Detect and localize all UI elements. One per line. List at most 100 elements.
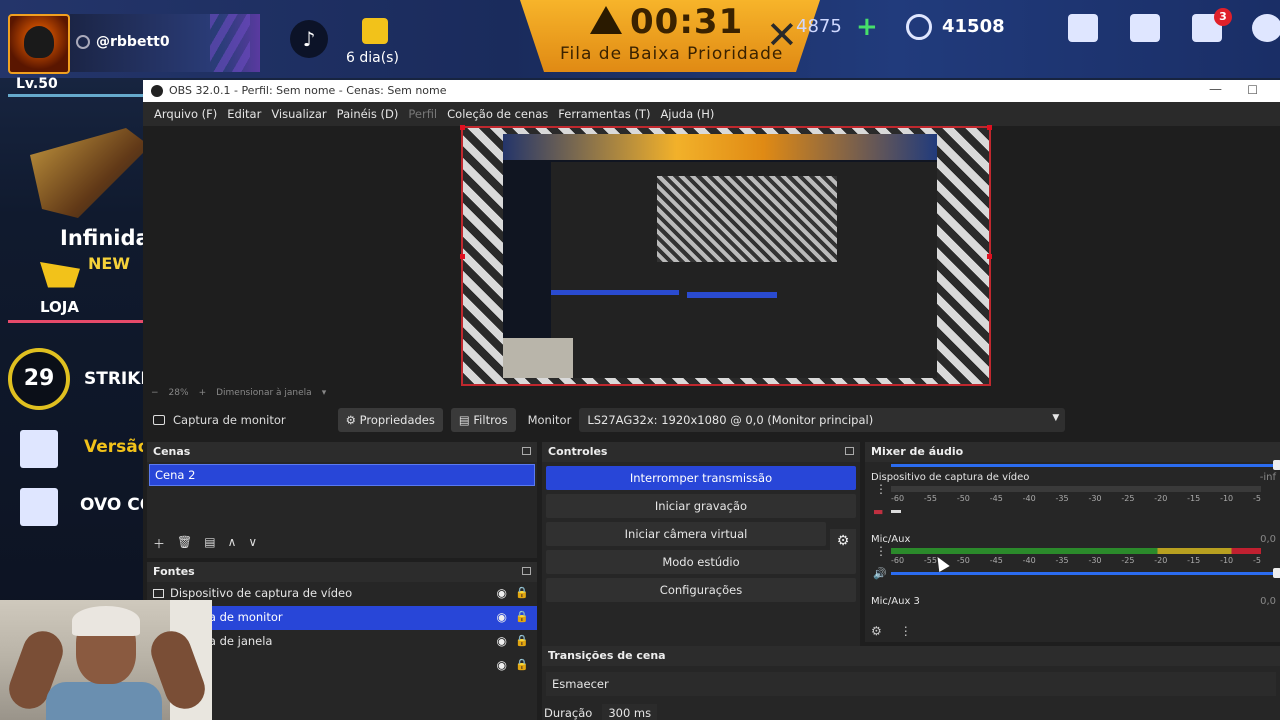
map-icon[interactable] — [20, 488, 58, 526]
globe-icon — [76, 35, 90, 49]
source-toolbar: Captura de monitor ⚙ Propriedades ▤ Filt… — [143, 404, 1280, 436]
visibility-eye-icon[interactable]: ◉ — [497, 610, 507, 624]
resize-handle[interactable] — [987, 254, 992, 259]
maximize-icon[interactable]: ☐ — [1247, 83, 1258, 97]
add-currency-button[interactable]: + — [856, 12, 878, 42]
muted-speaker-icon[interactable]: ▬ — [873, 505, 883, 518]
mixer-track: Mic/Aux 0,0 ⋮ -60 -55 -50 -45 -40 -35 -30 -25 -2… — [865, 532, 1280, 594]
meter-tick-label: -25 — [1121, 494, 1135, 503]
meter-tick-label: -5 — [1252, 556, 1261, 565]
meter-tick-label: -45 — [989, 556, 1003, 565]
settings-gear-icon[interactable] — [1252, 14, 1280, 42]
move-down-icon[interactable]: ∨ — [248, 535, 257, 552]
start-recording-button[interactable]: Iniciar gravação — [546, 494, 856, 518]
strike-label[interactable]: STRIKE — [84, 369, 152, 389]
volume-slider[interactable] — [891, 510, 901, 513]
start-virtual-camera-button[interactable]: Iniciar câmera virtual — [546, 522, 826, 546]
new-badge: NEW — [88, 254, 130, 273]
more-options-icon[interactable]: ⋮ — [875, 483, 887, 495]
scenes-header: Cenas — [147, 442, 537, 462]
visibility-eye-icon[interactable]: ◉ — [497, 634, 507, 648]
slider-knob[interactable] — [1273, 460, 1280, 470]
menu-help[interactable]: Ajuda (H) — [655, 107, 719, 121]
mixer-footer: ⚙ ⋮ — [871, 624, 912, 638]
stop-streaming-button[interactable]: Interromper transmissão — [546, 466, 856, 490]
meter-tick-label: -45 — [989, 494, 1003, 503]
preview-canvas[interactable] — [460, 125, 992, 386]
meter-tick-label: -5 — [1252, 494, 1261, 503]
version-label[interactable]: Versão — [84, 437, 149, 457]
resize-handle[interactable] — [987, 125, 992, 130]
player-avatar[interactable] — [8, 14, 70, 74]
visibility-eye-icon[interactable]: ◉ — [497, 586, 507, 600]
obs-window: OBS 32.0.1 - Perfil: Sem nome - Cenas: S… — [143, 80, 1280, 720]
zoom-out-button[interactable]: − — [151, 388, 159, 398]
tiktok-icon[interactable]: ♪ — [290, 20, 328, 58]
advanced-audio-icon[interactable]: ⚙ — [871, 624, 882, 638]
menu-file[interactable]: Arquivo (F) — [149, 107, 222, 121]
meter-tick-label: -20 — [1154, 494, 1168, 503]
visibility-eye-icon[interactable]: ◉ — [497, 658, 507, 672]
meter-tick-label: -50 — [956, 494, 970, 503]
coin-icon — [906, 14, 932, 40]
lock-icon[interactable]: 🔒 — [515, 586, 529, 599]
leaderboard-icon[interactable] — [1068, 14, 1098, 42]
speaker-icon[interactable]: 🔊 — [873, 567, 887, 580]
menu-docks[interactable]: Painéis (D) — [332, 107, 404, 121]
gift-box-icon[interactable] — [20, 430, 58, 468]
player-level: Lv.50 — [16, 76, 58, 92]
properties-button[interactable]: ⚙ Propriedades — [337, 408, 443, 432]
settings-button[interactable]: Configurações — [546, 578, 856, 602]
menu-edit[interactable]: Editar — [222, 107, 266, 121]
scenes-dock: Cenas Cena 2 ＋ 🗑 ▤ ∧ ∨ — [147, 442, 537, 558]
menu-scene-collection[interactable]: Coleção de cenas — [442, 107, 553, 121]
preview-area[interactable] — [143, 125, 1280, 388]
move-up-icon[interactable]: ∧ — [228, 535, 237, 552]
scene-filters-icon[interactable]: ▤ — [204, 535, 215, 552]
transition-select[interactable]: Esmaecer — [546, 672, 1276, 696]
volume-slider[interactable] — [891, 460, 1280, 470]
monitor-icon — [153, 415, 165, 425]
game-top-bar: @rbbett0 ♪ 6 dia(s) 00:31 Fila de Baixa … — [0, 0, 1280, 78]
chevron-down-icon: ▼ — [1052, 413, 1060, 423]
menu-view[interactable]: Visualizar — [266, 107, 331, 121]
undock-icon[interactable] — [845, 447, 854, 455]
meter-tick-label: -35 — [1055, 494, 1069, 503]
shop-label[interactable]: LOJA — [40, 298, 79, 316]
lock-icon[interactable]: 🔒 — [515, 610, 529, 623]
preview-content — [503, 134, 937, 378]
obs-logo-icon — [151, 85, 163, 97]
resize-handle[interactable] — [460, 254, 465, 259]
audio-meter — [891, 486, 1261, 492]
duration-input[interactable]: 300 ms — [602, 704, 658, 720]
more-options-icon[interactable]: ⋮ — [875, 545, 887, 557]
chevron-down-icon[interactable]: ▾ — [322, 388, 327, 398]
scene-item[interactable]: Cena 2 — [149, 464, 535, 486]
meter-tick-label: -10 — [1220, 556, 1234, 565]
add-scene-button[interactable]: ＋ — [153, 535, 165, 552]
meter-tick-label: -20 — [1154, 556, 1168, 565]
zoom-in-button[interactable]: + — [199, 388, 207, 398]
menu-profile[interactable]: Perfil — [403, 107, 442, 121]
resize-handle[interactable] — [460, 125, 465, 130]
volume-slider[interactable] — [891, 568, 1280, 578]
zoom-level: 28% — [168, 388, 189, 398]
monitor-select[interactable]: LS27AG32x: 1920x1080 @ 0,0 (Monitor prin… — [579, 408, 1066, 432]
studio-mode-button[interactable]: Modo estúdio — [546, 550, 856, 574]
meter-tick-label: -60 — [891, 556, 905, 565]
camera-icon — [153, 589, 164, 598]
delete-scene-icon[interactable]: 🗑 — [177, 535, 192, 552]
lock-icon[interactable]: 🔒 — [515, 658, 529, 671]
gift-icon[interactable] — [362, 18, 388, 44]
filters-button[interactable]: ▤ Filtros — [450, 408, 516, 432]
mixer-track: Dispositivo de captura de vídeo -inf ⋮ -… — [871, 472, 1276, 518]
undock-icon[interactable] — [522, 567, 531, 575]
meter-tick-label: -40 — [1022, 494, 1036, 503]
menu-tools[interactable]: Ferramentas (T) — [553, 107, 655, 121]
lock-icon[interactable]: 🔒 — [515, 634, 529, 647]
minimize-icon[interactable]: — — [1209, 82, 1222, 97]
slider-knob[interactable] — [1273, 568, 1280, 578]
friends-icon[interactable] — [1130, 14, 1160, 42]
undock-icon[interactable] — [522, 447, 531, 455]
more-options-icon[interactable]: ⋮ — [900, 624, 912, 638]
